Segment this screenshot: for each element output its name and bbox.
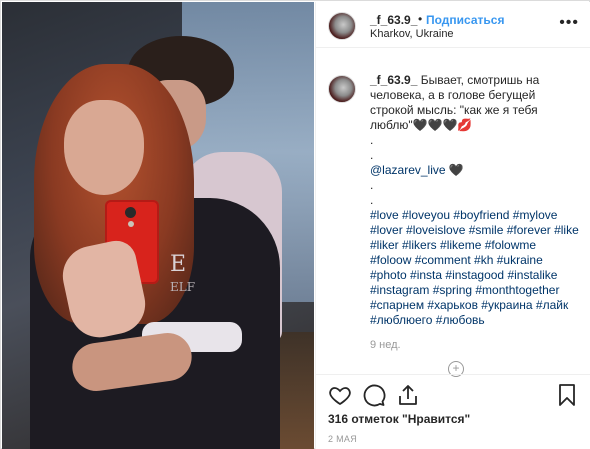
post-header: _f_63.9_ • Подписаться Kharkov, Ukraine …: [316, 2, 590, 48]
bookmark-icon[interactable]: [555, 383, 579, 407]
caption-hashtags[interactable]: #love #loveyou #boyfriend #mylove #lover…: [370, 208, 580, 328]
caption: _f_63.9_ Бывает, смотришь на человека, а…: [370, 73, 580, 328]
comment-icon[interactable]: [362, 383, 386, 407]
header-separator: •: [418, 12, 423, 26]
post-date: 2 МАЯ: [328, 434, 358, 444]
more-options-icon[interactable]: •••: [559, 14, 579, 32]
caption-mention[interactable]: @lazarev_live 🖤: [370, 163, 580, 178]
post-time-ago: 9 нед.: [370, 339, 401, 351]
caption-dot: .: [370, 193, 374, 207]
photo-girl-face: [64, 100, 144, 195]
post-side-panel: _f_63.9_ • Подписаться Kharkov, Ukraine …: [315, 2, 590, 449]
post-photo[interactable]: E ELF: [2, 2, 314, 449]
caption-avatar[interactable]: [328, 75, 356, 103]
likes-count[interactable]: 316 отметок "Нравится": [328, 412, 470, 426]
avatar[interactable]: [328, 12, 356, 40]
photo-shirt-print-small: ELF: [170, 280, 196, 294]
photo-phone-flash: [128, 221, 134, 227]
location-link[interactable]: Kharkov, Ukraine: [370, 28, 454, 40]
caption-username[interactable]: _f_63.9_: [370, 73, 417, 87]
caption-area: _f_63.9_ Бывает, смотришь на человека, а…: [316, 49, 590, 377]
heart-icon[interactable]: [328, 383, 352, 407]
header-username[interactable]: _f_63.9_: [370, 13, 417, 27]
caption-dot: .: [370, 148, 374, 162]
photo-phone-camera: [125, 207, 136, 218]
action-bar: [316, 374, 590, 410]
caption-dot: .: [370, 133, 374, 147]
caption-dot: .: [370, 178, 374, 192]
share-icon[interactable]: [396, 383, 420, 407]
follow-button[interactable]: Подписаться: [426, 13, 504, 27]
photo-shirt-print: E: [170, 252, 189, 277]
post-container: E ELF _f_63.9_ • Подписаться Kharkov, Uk…: [0, 0, 590, 449]
